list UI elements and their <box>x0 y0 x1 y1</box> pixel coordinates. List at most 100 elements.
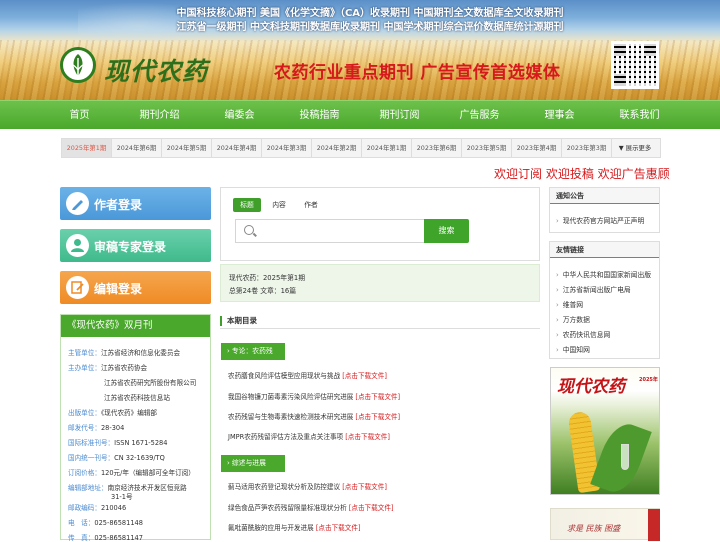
issue-2024-4[interactable]: 2024年第4期 <box>212 139 262 157</box>
issue-2024-2[interactable]: 2024年第2期 <box>312 139 362 157</box>
section-header: › 专论：农药残 <box>221 343 285 360</box>
friend-links-panel: 友情链接 中华人民共和国国家新闻出版 江苏省新闻出版广电局 维普网 万方数据 农… <box>549 241 660 359</box>
download-link[interactable]: [点击下载文件] <box>345 433 390 441</box>
article-item[interactable]: JMPR农药残留评估方法及重点关注事项 [点击下载文件] <box>228 431 390 441</box>
author-login-label: 作者登录 <box>94 198 143 212</box>
link-item[interactable]: 农药快讯信息网 <box>556 329 611 339</box>
issue-2024-6[interactable]: 2024年第6期 <box>112 139 162 157</box>
nav-journal-intro[interactable]: 期刊介绍 <box>120 101 199 130</box>
download-link[interactable]: [点击下载文件] <box>342 372 387 380</box>
user-icon <box>66 234 89 257</box>
info-sponsor-3: 江苏省农药科技信息站 <box>104 394 170 402</box>
issue-2023-4[interactable]: 2023年第4期 <box>512 139 562 157</box>
editor-login-button[interactable]: 编辑登录 <box>60 271 211 304</box>
link-item[interactable]: 万方数据 <box>556 314 590 324</box>
info-issn: 国际标准刊号：ISSN 1671-5284 <box>68 439 168 447</box>
link-item[interactable]: 中华人民共和国国家新闻出版 <box>556 269 651 279</box>
journal-logo-icon[interactable] <box>60 47 96 83</box>
info-zip: 邮政编码：210046 <box>68 504 127 512</box>
toc-title: 本期目录 <box>220 314 540 329</box>
cover-red-bar <box>648 509 660 541</box>
show-more-issues-button[interactable]: ▼ 展示更多 <box>610 139 660 157</box>
issue-2024-5[interactable]: 2024年第5期 <box>162 139 212 157</box>
info-sponsor-2: 江苏省农药研究所股份有限公司 <box>104 379 197 387</box>
issue-2023-5[interactable]: 2023年第5期 <box>462 139 512 157</box>
link-item[interactable]: 江苏省新闻出版广电局 <box>556 284 631 294</box>
secondary-cover-image[interactable]: 求是 民族 图盛 <box>550 508 660 541</box>
cover-title: 现代农药 <box>557 377 625 397</box>
welcome-text: 欢迎订阅 欢迎投稿 欢迎广告惠顾 <box>494 167 670 181</box>
header-banner: 中国科技核心期刊 美国《化学文摘》（CA）收录期刊 中国期刊全文数据库全文收录期… <box>0 0 720 100</box>
search-panel: 标题 内容 作者 搜索 <box>220 187 540 261</box>
link-item[interactable]: 中国知网 <box>556 344 590 354</box>
nav-advertising[interactable]: 广告服务 <box>440 101 519 130</box>
issue-2024-1[interactable]: 2024年第1期 <box>362 139 412 157</box>
article-item[interactable]: 氟吡菌酰胺的应用与开发进展 [点击下载文件] <box>228 522 361 532</box>
tab-author[interactable]: 作者 <box>297 198 325 212</box>
section-header: › 综述与进展 <box>221 455 285 472</box>
info-price: 订阅价格：120元/年（编辑部可全年订阅） <box>68 469 195 477</box>
search-input[interactable] <box>235 219 425 243</box>
download-link[interactable]: [点击下载文件] <box>355 393 400 401</box>
indexing-line-1: 中国科技核心期刊 美国《化学文摘》（CA）收录期刊 中国期刊全文数据库全文收录期… <box>176 8 564 19</box>
info-publisher: 出版单位：《现代农药》编辑部 <box>68 409 158 417</box>
cover-caption: 求是 民族 图盛 <box>567 524 621 533</box>
notice-panel: 通知公告 现代农药官方网站严正声明 <box>549 187 660 233</box>
download-link[interactable]: [点击下载文件] <box>342 483 387 491</box>
search-button[interactable]: 搜索 <box>424 219 469 243</box>
journal-info-title: 《现代农药》双月刊 <box>61 315 210 337</box>
download-link[interactable]: [点击下载文件] <box>316 524 361 532</box>
indexing-line-2: 江苏省一级期刊 中文科技期刊数据库收录期刊 中国学术期刊综合评价数据库统计源期刊 <box>176 22 564 33</box>
issue-2023-6[interactable]: 2023年第6期 <box>412 139 462 157</box>
current-issue-info: 现代农药：2025年第1期 总第24卷 文章：16篇 <box>220 264 540 302</box>
reviewer-login-label: 审稿专家登录 <box>94 240 167 254</box>
info-fax: 传 真：025-86581147 <box>68 534 143 542</box>
article-item[interactable]: 我国谷物镰刀菌毒素污染风险评估研究进展 [点击下载文件] <box>228 391 400 401</box>
author-login-button[interactable]: 作者登录 <box>60 187 211 220</box>
issue-2024-3[interactable]: 2024年第3期 <box>262 139 312 157</box>
test-tube-image <box>621 444 629 470</box>
nav-submission-guide[interactable]: 投稿指南 <box>280 101 359 130</box>
current-issue-line: 现代农药：2025年第1期 <box>229 274 305 282</box>
cover-year: 2025年 <box>639 377 658 383</box>
nav-council[interactable]: 理事会 <box>520 101 599 130</box>
journal-logo-text[interactable]: 现代农药 <box>104 52 208 88</box>
info-post-code: 邮发代号：28-304 <box>68 424 125 432</box>
edit-icon <box>66 276 89 299</box>
banner-slogan: 农药行业重点期刊 广告宣传首选媒体 <box>274 63 561 83</box>
download-link[interactable]: [点击下载文件] <box>349 504 394 512</box>
main-nav: 首页 期刊介绍 编委会 投稿指南 期刊订阅 广告服务 理事会 联系我们 <box>0 100 720 129</box>
nav-contact[interactable]: 联系我们 <box>600 101 679 130</box>
pen-icon <box>66 192 89 215</box>
download-link[interactable]: [点击下载文件] <box>355 413 400 421</box>
friend-links-title: 友情链接 <box>550 242 659 258</box>
tab-content[interactable]: 内容 <box>265 198 293 212</box>
journal-info-panel: 《现代农药》双月刊 主管单位：江苏省经济和信息化委员会 主办单位：江苏省农药协会… <box>60 314 211 542</box>
qr-code-icon <box>611 41 659 89</box>
current-issue-stats: 总第24卷 文章：16篇 <box>229 287 297 295</box>
article-item[interactable]: 蓟马适用农药登记现状分析及防控建议 [点击下载文件] <box>228 481 387 491</box>
article-item[interactable]: 绿色食品芦笋农药残留限量标准现状分析 [点击下载文件] <box>228 502 394 512</box>
journal-cover-image[interactable]: 现代农药 2025年 <box>550 367 660 495</box>
table-of-contents: 本期目录 › 专论：农药残 农药膳食风险评估模型应用现状与挑战 [点击下载文件]… <box>220 311 540 540</box>
nav-home[interactable]: 首页 <box>40 101 119 130</box>
notice-title: 通知公告 <box>550 188 659 204</box>
editor-login-label: 编辑登录 <box>94 282 143 296</box>
article-item[interactable]: 农药残留与生物毒素快速检测技术研究进展 [点击下载文件] <box>228 411 400 421</box>
info-cn: 国内统一刊号：CN 32-1639/TQ <box>68 454 165 462</box>
reviewer-login-button[interactable]: 审稿专家登录 <box>60 229 211 262</box>
info-tel: 电 话：025-86581148 <box>68 519 143 527</box>
nav-subscription[interactable]: 期刊订阅 <box>360 101 439 130</box>
tab-title[interactable]: 标题 <box>233 198 261 212</box>
info-address-2: 31-1号 <box>111 493 133 501</box>
issue-2023-3[interactable]: 2023年第3期 <box>562 139 612 157</box>
search-icon <box>244 225 254 235</box>
article-item[interactable]: 农药膳食风险评估模型应用现状与挑战 [点击下载文件] <box>228 370 387 380</box>
issue-selector: 2025年第1期 2024年第6期 2024年第5期 2024年第4期 2024… <box>61 138 661 158</box>
issue-2025-1[interactable]: 2025年第1期 <box>62 139 112 157</box>
info-competent: 主管单位：江苏省经济和信息化委员会 <box>68 349 181 357</box>
notice-item[interactable]: 现代农药官方网站严正声明 <box>556 215 645 225</box>
nav-editorial-board[interactable]: 编委会 <box>200 101 279 130</box>
link-item[interactable]: 维普网 <box>556 299 583 309</box>
info-sponsor: 主办单位：江苏省农药协会 <box>68 364 148 372</box>
